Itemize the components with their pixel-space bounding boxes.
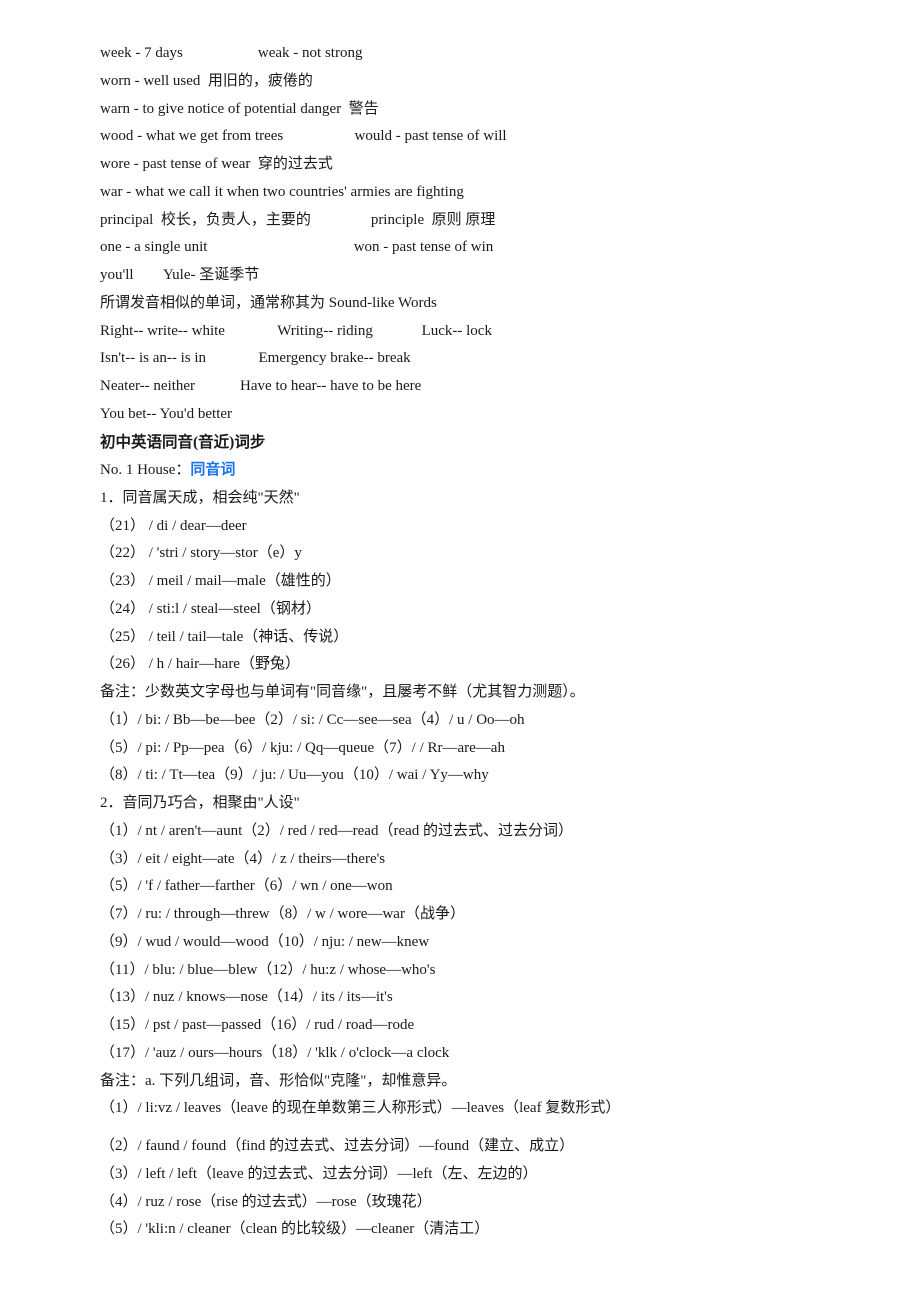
text-line: （23） / meil / mail—male（雄性的） <box>100 568 840 596</box>
main-content: week - 7 days weak - not strongworn - we… <box>100 40 840 1244</box>
text-line: （1）/ bi: / Bb—be—bee（2）/ si: / Cc—see—se… <box>100 707 840 735</box>
text-line: （5）/ pi: / Pp—pea（6）/ kju: / Qq—queue（7）… <box>100 735 840 763</box>
text-line: No. 1 House：同音词 <box>100 457 840 485</box>
text-line: （8）/ ti: / Tt—tea（9）/ ju: / Uu—you（10）/ … <box>100 762 840 790</box>
text-line: （2）/ faund / found（find 的过去式、过去分词）—found… <box>100 1133 840 1161</box>
text-line: 所谓发音相似的单词，通常称其为 Sound-like Words <box>100 290 840 318</box>
text-line: You bet-- You'd better <box>100 401 840 429</box>
text-line: worn - well used 用旧的，疲倦的 <box>100 68 840 96</box>
text-line: （4）/ ruz / rose（rise 的过去式）—rose（玫瑰花） <box>100 1189 840 1217</box>
text-line: Neater-- neither Have to hear-- have to … <box>100 373 840 401</box>
text-line: wore - past tense of wear 穿的过去式 <box>100 151 840 179</box>
text-line: （11）/ blu: / blue—blew（12）/ hu:z / whose… <box>100 957 840 985</box>
text-line: （1）/ nt / aren't—aunt（2）/ red / red—read… <box>100 818 840 846</box>
text-line: （22） / 'stri / story—stor（e）y <box>100 540 840 568</box>
text-line: week - 7 days weak - not strong <box>100 40 840 68</box>
text-line: war - what we call it when two countries… <box>100 179 840 207</box>
text-line: 备注：少数英文字母也与单词有"同音缘"，且屡考不鲜（尤其智力测题）。 <box>100 679 840 707</box>
text-line: （3）/ left / left（leave 的过去式、过去分词）—left（左… <box>100 1161 840 1189</box>
text-line: you'll Yule- 圣诞季节 <box>100 262 840 290</box>
text-line: Right-- write-- white Writing-- riding L… <box>100 318 840 346</box>
text-line: （1）/ li:vz / leaves（leave 的现在单数第三人称形式）—l… <box>100 1095 840 1123</box>
text-line: （5）/ 'f / father—farther（6）/ wn / one—wo… <box>100 873 840 901</box>
blank-line <box>100 1123 840 1133</box>
text-line: （24） / sti:l / steal—steel（钢材） <box>100 596 840 624</box>
text-line: 1．同音属天成，相会纯"天然" <box>100 485 840 513</box>
text-line: （21） / di / dear—deer <box>100 513 840 541</box>
text-line: one - a single unit won - past tense of … <box>100 234 840 262</box>
text-line: （3）/ eit / eight—ate（4）/ z / theirs—ther… <box>100 846 840 874</box>
text-line: （9）/ wud / would—wood（10）/ nju: / new—kn… <box>100 929 840 957</box>
text-line: （26） / h / hair—hare（野兔） <box>100 651 840 679</box>
text-line: 初中英语同音(音近)词步 <box>100 429 840 458</box>
text-line: （7）/ ru: / through—threw（8）/ w / wore—wa… <box>100 901 840 929</box>
text-line: （17）/ 'auz / ours—hours（18）/ 'klk / o'cl… <box>100 1040 840 1068</box>
text-line: 备注：a. 下列几组词，音、形恰似"克隆"，却惟意异。 <box>100 1068 840 1096</box>
text-line: principal 校长，负责人，主要的 principle 原则 原理 <box>100 207 840 235</box>
text-line: 2．音同乃巧合，相聚由"人设" <box>100 790 840 818</box>
text-line: （13）/ nuz / knows—nose（14）/ its / its—it… <box>100 984 840 1012</box>
text-line: （15）/ pst / past—passed（16）/ rud / road—… <box>100 1012 840 1040</box>
text-line: （25） / teil / tail—tale（神话、传说） <box>100 624 840 652</box>
text-line: wood - what we get from trees would - pa… <box>100 123 840 151</box>
text-line: （5）/ 'kli:n / cleaner（clean 的比较级）—cleane… <box>100 1216 840 1244</box>
text-line: warn - to give notice of potential dange… <box>100 96 840 124</box>
text-line: Isn't-- is an-- is in Emergency brake-- … <box>100 345 840 373</box>
highlight-text: 同音词 <box>190 462 235 478</box>
